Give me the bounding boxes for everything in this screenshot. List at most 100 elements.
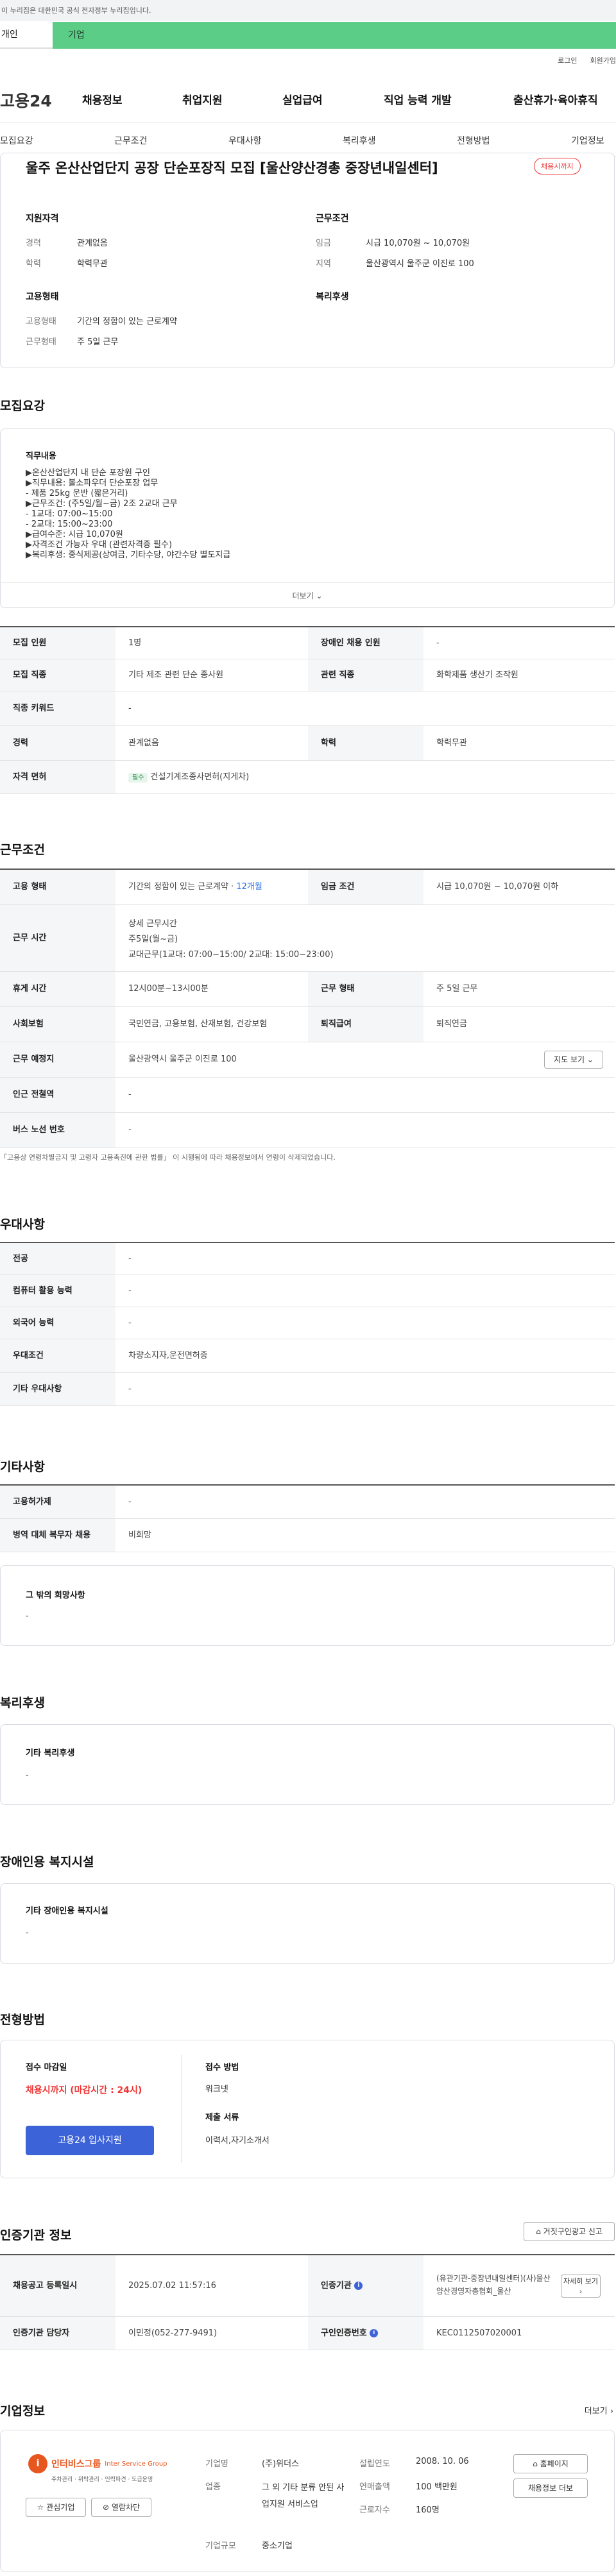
- gov-banner: 이 누리집은 대한민국 공식 전자정부 누리집입니다.: [0, 0, 616, 21]
- conditions-section-heading: 근무조건: [0, 843, 45, 857]
- table-row: 사회보험 국민연금, 고용보험, 산재보험, 건강보험 퇴직급여 퇴직연금: [0, 1007, 615, 1042]
- selection-card: [0, 2040, 615, 2178]
- employment-type-heading: 고용형태: [26, 292, 59, 302]
- contract-value: 기간의 정함이 있는 근로계약: [77, 317, 177, 326]
- method-heading: 접수 방법: [205, 2063, 239, 2072]
- company-industry: 그 외 기타 분류 안된 사업지원 서비스업: [262, 2483, 345, 2509]
- login-link[interactable]: 로그인: [558, 55, 577, 65]
- table-row: 근무 예정지 울산광역시 울주군 이진로 100 지도 보기 ⌄: [0, 1042, 615, 1078]
- wage-value: 시급 10,070원 ~ 10,070원: [366, 239, 470, 248]
- detail-button[interactable]: 자세히 보기 ›: [561, 2275, 601, 2298]
- disability-card: [0, 1883, 615, 1964]
- signup-link[interactable]: 회원가입: [590, 55, 616, 65]
- subnav-selection[interactable]: 전형방법: [457, 134, 490, 147]
- contract-label: 고용형태: [26, 317, 56, 326]
- region-label: 지역: [316, 259, 331, 269]
- home-icon: ⌂: [536, 2227, 541, 2236]
- qualification-heading: 지원자격: [26, 214, 59, 224]
- map-view-button[interactable]: 지도 보기 ⌄: [544, 1051, 603, 1069]
- more-jobs-button[interactable]: 채용정보 더보: [513, 2479, 588, 2498]
- wish-card: [0, 1565, 615, 1646]
- section-tabs: 모집요강 근무조건 우대사항 복리후생 전형방법 기업정보: [0, 123, 616, 157]
- method-value: 워크넷: [205, 2085, 228, 2094]
- gnb-training[interactable]: 직업 능력 개발: [384, 91, 452, 107]
- company-heading: 기업정보: [0, 2404, 45, 2418]
- tab-business[interactable]: 기업: [53, 22, 616, 49]
- welfare-heading: 복리후생: [316, 292, 349, 302]
- contract-period-link[interactable]: 12개월: [236, 882, 262, 892]
- company-logo: i 인터비스그룹 Inter Service Group 주차관리 · 위탁관리…: [28, 2454, 169, 2483]
- disability-box-value: -: [26, 1928, 29, 1938]
- homepage-button[interactable]: ⌂ 홈페이지: [513, 2454, 588, 2473]
- company-name: (주)위더스: [262, 2459, 299, 2469]
- table-row: 모집 직종 기타 제조 관련 단순 종사원 관련 직종 화학제품 생산기 조작원: [0, 659, 615, 691]
- divider: [181, 2055, 182, 2163]
- conditions-table: 고용 형태 기간의 정함이 있는 근로계약 · 12개월 임금 조건 시급 10…: [0, 869, 615, 1148]
- disability-heading: 장애인용 복지시설: [0, 1855, 94, 1869]
- license-value: 건설기계조종사면허(지게차): [150, 772, 250, 782]
- age-law-note: 「고용상 연령차별금지 및 고령자 고용촉진에 관한 법률」 이 시행됨에 따라…: [0, 1153, 336, 1162]
- work-form-label: 근무형태: [26, 337, 56, 347]
- table-row: 버스 노선 번호 -: [0, 1113, 615, 1148]
- welfare-card: [0, 1724, 615, 1805]
- company-employees: 160명: [416, 2505, 440, 2515]
- disability-box-heading: 기타 장애인용 복지시설: [26, 1906, 108, 1916]
- table-row: 경력 관계없음 학력 학력무관: [0, 726, 615, 761]
- company-logo-icon: i: [28, 2454, 47, 2473]
- table-row: 근무 시간 상세 근무시간 주5일(월~금) 교대근무(1교대: 07:00~15:…: [0, 905, 615, 972]
- info-icon[interactable]: i: [370, 2329, 379, 2337]
- gnb-parental-leave[interactable]: 출산휴가·육아휴직: [513, 91, 598, 107]
- conditions-heading: 근무조건: [316, 214, 349, 224]
- global-nav: 고용24 채용정보 취업지원 실업급여 직업 능력 개발 출산휴가·육아휴직: [0, 78, 616, 123]
- cert-table: 채용공고 등록일시 2025.07.02 11:57:16 인증기관 i (유관…: [0, 2254, 615, 2350]
- subnav-recruit[interactable]: 모집요강: [0, 134, 33, 147]
- duty-text: ▶온산산업단지 내 단순 포장원 구인 ▶직무내용: 볼소파우더 단순포장 업무 -…: [26, 468, 231, 560]
- recruit-table: 모집 인원 1명 장애인 채용 인원 - 모집 직종 기타 제조 관련 단순 종…: [0, 626, 615, 794]
- cert-heading: 인증기관 정보: [0, 2228, 72, 2242]
- selection-heading: 전형방법: [0, 2013, 45, 2027]
- preference-heading: 우대사항: [0, 1217, 45, 1232]
- subnav-conditions[interactable]: 근무조건: [114, 134, 148, 147]
- documents-value: 이력서,자기소개서: [205, 2136, 270, 2146]
- career-label: 경력: [26, 239, 41, 248]
- table-row: 휴게 시간 12시00분~13시00분 근무 형태 주 5일 근무: [0, 972, 615, 1007]
- etc-table: 고용허가제 - 병역 대체 복무자 채용 비희망: [0, 1484, 615, 1552]
- wish-heading: 그 밖의 희망사항: [26, 1591, 85, 1600]
- cert-org-value: (유관기관-중장년내일센터)(사)울산양산경영자총협회_울산: [436, 2274, 551, 2296]
- company-sales: 100 백만원: [416, 2482, 458, 2492]
- required-badge: 필수: [128, 773, 148, 783]
- work-form-value: 주 5일 근무: [77, 337, 119, 347]
- deadline-badge: 채용시까지: [534, 158, 581, 174]
- apply-button[interactable]: 고용24 입사지원: [26, 2126, 154, 2155]
- deadline-value: 채용시까지 (마감시간 : 24시): [26, 2085, 142, 2096]
- gnb-employment-support[interactable]: 취업지원: [182, 91, 223, 107]
- gnb-job-info[interactable]: 채용정보: [82, 91, 123, 107]
- wage-label: 임금: [316, 239, 331, 248]
- info-icon[interactable]: i: [354, 2282, 363, 2290]
- subnav-welfare[interactable]: 복리후생: [343, 134, 376, 147]
- home-icon: ⌂: [533, 2459, 538, 2468]
- report-button[interactable]: ⌂ 거짓구인광고 신고: [524, 2222, 615, 2241]
- duty-more-button[interactable]: 더보기 ⌄: [0, 582, 615, 608]
- education-label: 학력: [26, 259, 41, 269]
- deadline-heading: 접수 마감일: [26, 2063, 67, 2072]
- subnav-preference[interactable]: 우대사항: [228, 134, 262, 147]
- wish-value: -: [26, 1611, 29, 1621]
- job-title: 울주 온산산업단지 공장 단순포장직 모집 [울산양산경총 중장년내일센터]: [26, 160, 438, 176]
- table-row: 직종 키워드 -: [0, 691, 615, 726]
- favorite-company-button[interactable]: ☆ 관심기업: [26, 2498, 86, 2517]
- welfare-box-heading: 기타 복리후생: [26, 1749, 75, 1758]
- subnav-company[interactable]: 기업정보: [571, 134, 604, 147]
- site-logo[interactable]: 고용24: [0, 89, 52, 112]
- duty-heading: 직무내용: [26, 452, 56, 461]
- education-value: 학력무관: [77, 259, 108, 269]
- gnb-unemployment[interactable]: 실업급여: [282, 91, 323, 107]
- tab-personal[interactable]: 개인: [0, 22, 53, 49]
- recruit-heading: 모집요강: [0, 399, 45, 413]
- company-established: 2008. 10. 06: [416, 2457, 469, 2466]
- etc-heading: 기타사항: [0, 1460, 45, 1474]
- career-value: 관계없음: [77, 239, 108, 248]
- table-row: 자격 면허 필수 건설기계조종사면허(지게차): [0, 761, 615, 794]
- block-button[interactable]: ⊘ 열람차단: [91, 2498, 151, 2517]
- company-more-link[interactable]: 더보기 ›: [585, 2404, 613, 2416]
